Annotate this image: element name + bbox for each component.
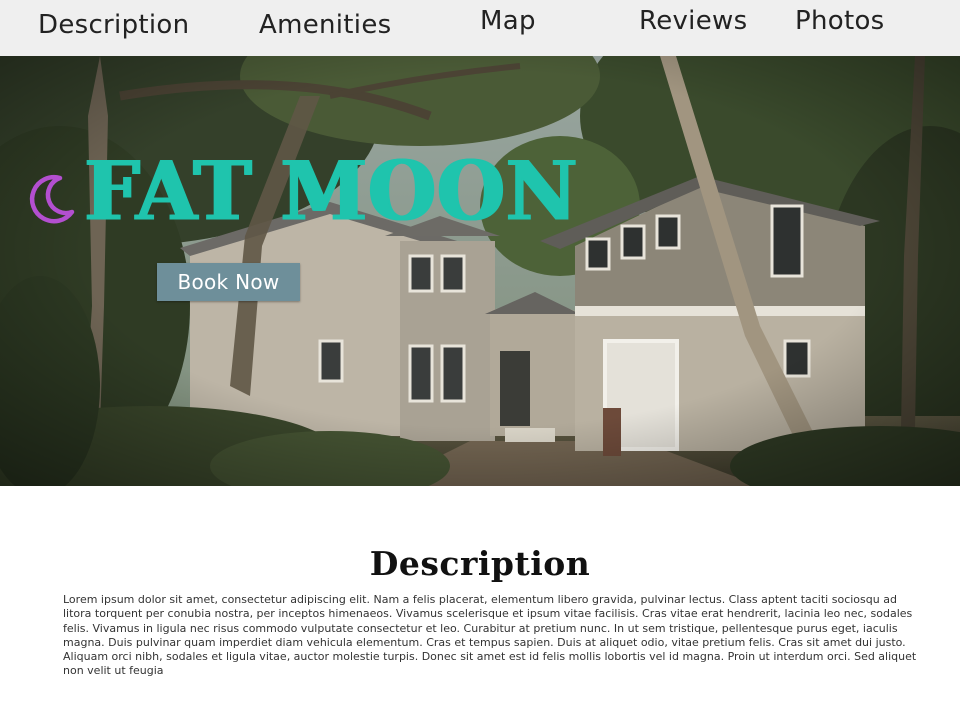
brand-logo: FAT MOON <box>24 143 578 240</box>
nav-link-map[interactable]: Map <box>480 6 536 36</box>
description-heading: Description <box>369 544 591 583</box>
crescent-moon-icon <box>29 175 75 224</box>
book-now-button[interactable]: Book Now <box>157 263 300 301</box>
brand-name: FAT MOON <box>84 143 578 240</box>
hero-photo <box>0 56 960 486</box>
top-nav: Description Amenities Map Reviews Photos <box>0 0 960 56</box>
hero-banner: FAT MOON Book Now <box>0 56 960 486</box>
description-text: Lorem ipsum dolor sit amet, consectetur … <box>63 593 917 678</box>
nav-link-photos[interactable]: Photos <box>795 6 885 36</box>
nav-link-amenities[interactable]: Amenities <box>259 10 391 40</box>
nav-link-description[interactable]: Description <box>38 10 189 40</box>
nav-link-reviews[interactable]: Reviews <box>639 6 747 36</box>
